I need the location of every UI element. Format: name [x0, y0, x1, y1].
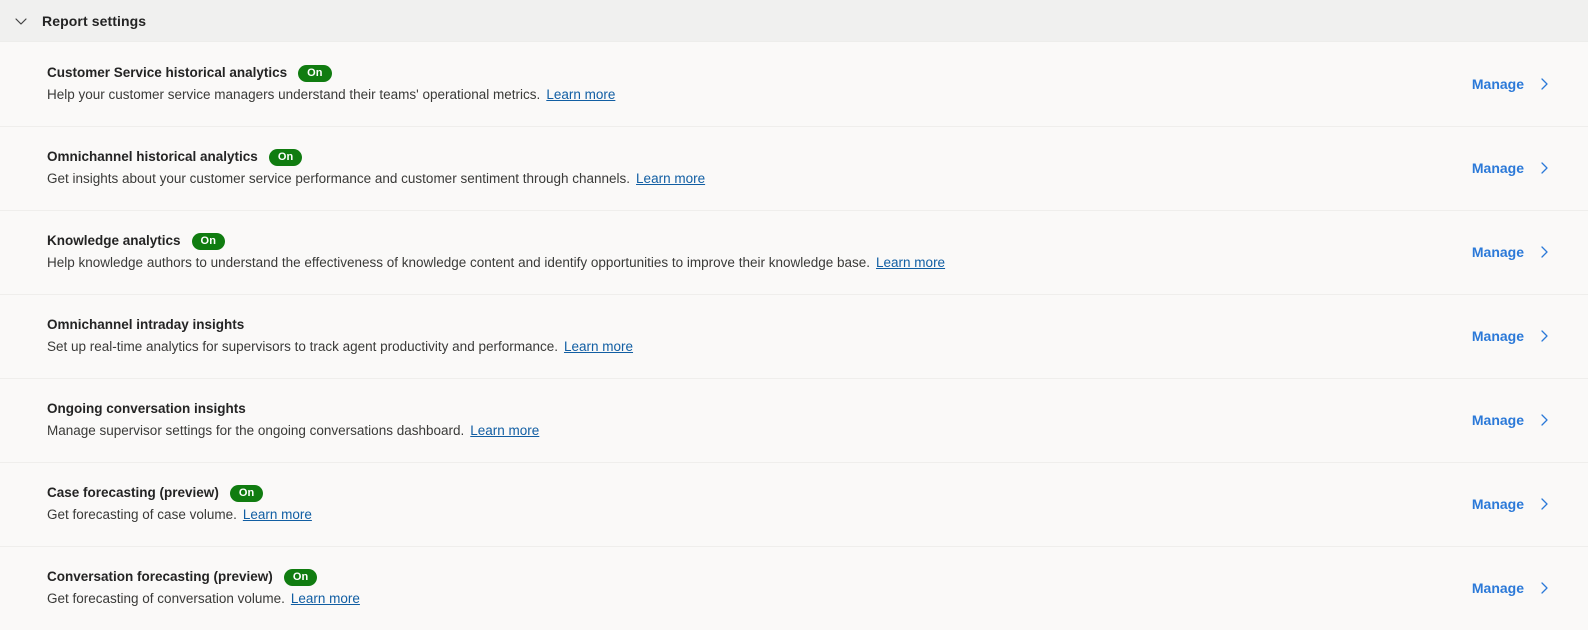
page-title: Report settings: [42, 12, 147, 29]
row-title: Conversation forecasting (preview): [47, 569, 273, 584]
setting-row-3: Omnichannel intraday insights Set up rea…: [0, 294, 1588, 378]
learn-more-link[interactable]: Learn more: [636, 171, 705, 186]
row-description: Set up real-time analytics for superviso…: [47, 337, 633, 356]
setting-row-0: Customer Service historical analytics On…: [0, 42, 1588, 126]
manage-button[interactable]: Manage: [1472, 244, 1552, 260]
row-title: Case forecasting (preview): [47, 485, 219, 500]
manage-label: Manage: [1471, 496, 1524, 512]
row-title-line: Case forecasting (preview) On: [47, 484, 312, 502]
row-description-text: Get forecasting of conversation volume.: [47, 591, 285, 606]
status-badge: On: [268, 148, 303, 166]
manage-label: Manage: [1471, 244, 1524, 260]
row-text-block: Omnichannel historical analytics On Get …: [47, 148, 705, 188]
row-description-text: Get insights about your customer service…: [47, 171, 631, 186]
manage-button[interactable]: Manage: [1472, 328, 1552, 344]
manage-button[interactable]: Manage: [1472, 496, 1552, 512]
setting-row-4: Ongoing conversation insights Manage sup…: [0, 378, 1588, 462]
row-description-text: Set up real-time analytics for superviso…: [47, 339, 558, 354]
row-title: Omnichannel historical analytics: [47, 149, 258, 164]
status-badge: On: [283, 568, 318, 586]
manage-label: Manage: [1471, 580, 1524, 596]
row-description-text: Help knowledge authors to understand the…: [47, 255, 871, 270]
manage-label: Manage: [1471, 328, 1524, 344]
row-text-block: Ongoing conversation insights Manage sup…: [47, 400, 539, 440]
row-title-line: Knowledge analytics On: [47, 232, 945, 250]
row-text-block: Conversation forecasting (preview) On Ge…: [47, 568, 360, 608]
learn-more-link[interactable]: Learn more: [470, 423, 539, 438]
chevron-right-icon: [1536, 328, 1552, 344]
chevron-down-icon[interactable]: [8, 8, 34, 34]
status-badge: On: [191, 232, 226, 250]
chevron-right-icon: [1536, 76, 1552, 92]
row-text-block: Customer Service historical analytics On…: [47, 64, 615, 104]
row-text-block: Omnichannel intraday insights Set up rea…: [47, 316, 633, 356]
learn-more-link[interactable]: Learn more: [876, 255, 945, 270]
manage-button[interactable]: Manage: [1472, 412, 1552, 428]
row-title: Customer Service historical analytics: [47, 65, 288, 80]
row-description: Help knowledge authors to understand the…: [47, 253, 945, 272]
learn-more-link[interactable]: Learn more: [564, 339, 633, 354]
row-title: Knowledge analytics: [47, 233, 181, 248]
row-title-line: Conversation forecasting (preview) On: [47, 568, 360, 586]
row-title-line: Customer Service historical analytics On: [47, 64, 615, 82]
row-text-block: Knowledge analytics On Help knowledge au…: [47, 232, 945, 272]
learn-more-link[interactable]: Learn more: [546, 87, 615, 102]
manage-label: Manage: [1471, 412, 1524, 428]
report-settings-list: Customer Service historical analytics On…: [0, 42, 1588, 630]
row-title: Ongoing conversation insights: [47, 401, 246, 416]
row-title-line: Omnichannel intraday insights: [47, 316, 633, 334]
learn-more-link[interactable]: Learn more: [291, 591, 360, 606]
learn-more-link[interactable]: Learn more: [243, 507, 312, 522]
chevron-right-icon: [1536, 244, 1552, 260]
setting-row-1: Omnichannel historical analytics On Get …: [0, 126, 1588, 210]
manage-button[interactable]: Manage: [1472, 160, 1552, 176]
chevron-right-icon: [1536, 160, 1552, 176]
row-description: Get forecasting of conversation volume. L…: [47, 589, 360, 608]
row-title: Omnichannel intraday insights: [47, 317, 245, 332]
manage-button[interactable]: Manage: [1472, 580, 1552, 596]
setting-row-2: Knowledge analytics On Help knowledge au…: [0, 210, 1588, 294]
row-description-text: Help your customer service managers unde…: [47, 87, 541, 102]
chevron-right-icon: [1536, 496, 1552, 512]
chevron-right-icon: [1536, 412, 1552, 428]
manage-label: Manage: [1471, 76, 1524, 92]
report-settings-header[interactable]: Report settings: [0, 0, 1588, 42]
row-text-block: Case forecasting (preview) On Get foreca…: [47, 484, 312, 524]
row-description-text: Manage supervisor settings for the ongoi…: [47, 423, 465, 438]
chevron-right-icon: [1536, 580, 1552, 596]
status-badge: On: [229, 484, 264, 502]
manage-button[interactable]: Manage: [1472, 76, 1552, 92]
row-description: Manage supervisor settings for the ongoi…: [47, 421, 539, 440]
setting-row-5: Case forecasting (preview) On Get foreca…: [0, 462, 1588, 546]
row-title-line: Ongoing conversation insights: [47, 400, 539, 418]
row-description: Get insights about your customer service…: [47, 169, 705, 188]
row-title-line: Omnichannel historical analytics On: [47, 148, 705, 166]
setting-row-6: Conversation forecasting (preview) On Ge…: [0, 546, 1588, 630]
row-description: Get forecasting of case volume. Learn mor…: [47, 505, 312, 524]
row-description: Help your customer service managers unde…: [47, 85, 615, 104]
manage-label: Manage: [1471, 160, 1524, 176]
status-badge: On: [298, 64, 332, 82]
row-description-text: Get forecasting of case volume.: [47, 507, 237, 522]
